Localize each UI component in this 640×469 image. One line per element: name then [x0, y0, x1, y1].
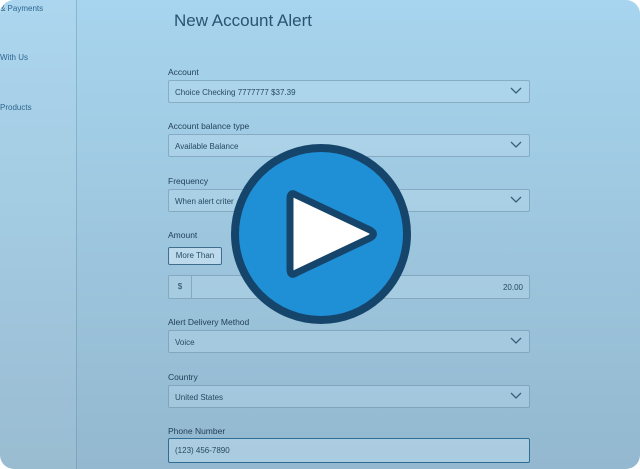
balance-type-label: Account balance type — [168, 121, 250, 131]
sidebar-item-label: & Payments — [0, 4, 44, 13]
phone-label: Phone Number — [168, 426, 226, 436]
account-label: Account — [168, 67, 199, 77]
balance-type-value: Available Balance — [175, 142, 239, 151]
amount-value: 20.00 — [502, 283, 523, 292]
frequency-label: Frequency — [168, 176, 209, 186]
country-label: Country — [168, 372, 198, 382]
country-select[interactable]: United States — [168, 385, 530, 408]
phone-value: (123) 456-7890 — [175, 446, 230, 455]
account-value: Choice Checking 7777777 $37.39 — [175, 88, 296, 97]
phone-input[interactable]: (123) 456-7890 — [168, 438, 530, 463]
delivery-method-value: Voice — [175, 338, 195, 347]
app-window: & Payments With Us Products New Account … — [0, 0, 640, 469]
page-title: New Account Alert — [174, 11, 312, 30]
sidebar-item-label: With Us — [0, 53, 28, 62]
play-button[interactable] — [230, 143, 412, 325]
delivery-method-select[interactable]: Voice — [168, 330, 530, 353]
sidebar-item-label: Products — [0, 103, 32, 112]
sidebar-item-payments[interactable]: & Payments — [0, 4, 43, 13]
sidebar-item-products[interactable]: Products — [0, 103, 32, 112]
chevron-down-icon — [510, 141, 522, 148]
currency-symbol: $ — [169, 276, 192, 298]
country-value: United States — [175, 393, 224, 402]
sidebar: & Payments With Us Products — [0, 0, 77, 469]
account-select[interactable]: Choice Checking 7777777 $37.39 — [168, 80, 530, 103]
frequency-value: When alert criter — [175, 197, 234, 206]
more-than-toggle[interactable]: More Than — [168, 247, 222, 265]
chevron-down-icon — [510, 87, 522, 94]
chevron-down-icon — [510, 392, 522, 399]
sidebar-item-with-us[interactable]: With Us — [0, 53, 28, 62]
chevron-down-icon — [510, 337, 522, 344]
chevron-down-icon — [510, 196, 522, 203]
amount-label: Amount — [168, 230, 198, 240]
